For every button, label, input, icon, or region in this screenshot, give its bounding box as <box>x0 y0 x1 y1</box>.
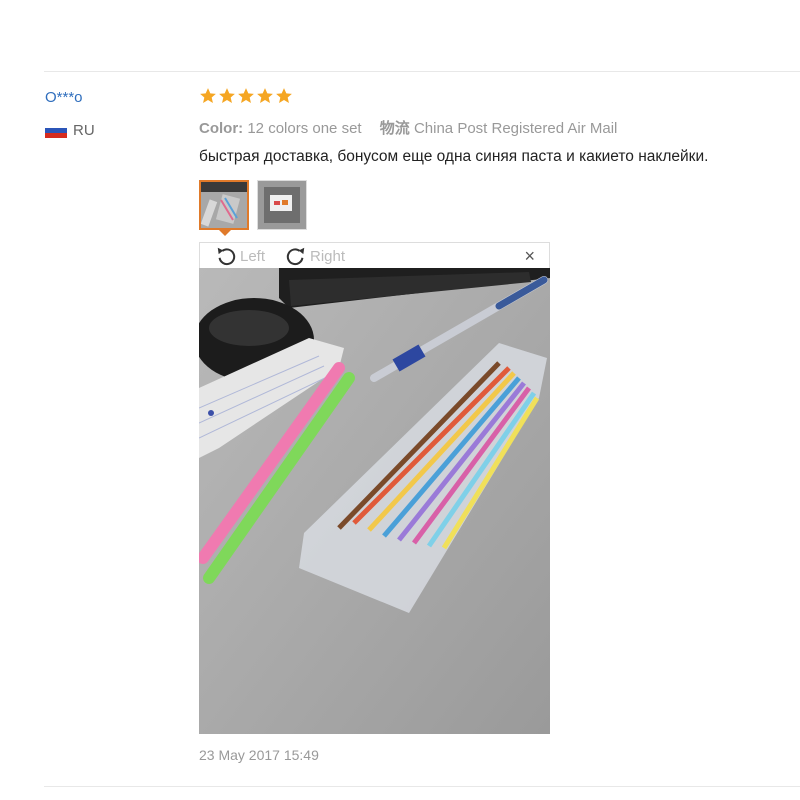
review-photo <box>199 268 550 734</box>
review-text: быстрая доставка, бонусом еще одна синяя… <box>199 148 709 165</box>
review-thumbnail-1[interactable] <box>199 180 249 230</box>
order-info: Color: 12 colors one set 物流 China Post R… <box>199 117 617 138</box>
star-icon <box>238 88 254 103</box>
shipping-label: 物流 <box>379 120 410 137</box>
star-icon <box>200 88 216 103</box>
bottom-divider <box>44 786 800 787</box>
rotate-right-button[interactable]: Right <box>284 245 345 267</box>
shipping-value: China Post Registered Air Mail <box>413 120 618 137</box>
rotate-left-icon <box>217 247 236 266</box>
top-divider <box>44 71 800 72</box>
rating-stars <box>199 87 293 105</box>
flag-ru-icon <box>45 123 67 138</box>
color-value: 12 colors one set <box>247 120 362 137</box>
thumbnail-image <box>258 181 306 229</box>
image-viewer: Left Right × <box>199 242 550 734</box>
close-icon[interactable]: × <box>524 246 535 267</box>
reviewer-name[interactable]: O***o <box>45 89 83 106</box>
rotate-right-icon <box>286 247 305 266</box>
review-thumbnail-2[interactable] <box>257 180 307 230</box>
reviewer-country: RU <box>45 122 95 139</box>
rotate-right-label: Right <box>310 247 346 265</box>
rotate-left-label: Left <box>240 247 266 265</box>
color-label: Color: <box>199 120 244 137</box>
rotate-left-button[interactable]: Left <box>214 245 265 267</box>
thumbnail-image <box>201 182 247 228</box>
review-date: 23 May 2017 15:49 <box>199 747 319 763</box>
thumbnail-pointer <box>218 229 232 236</box>
viewer-toolbar: Left Right × <box>199 242 550 268</box>
star-icon <box>219 88 235 103</box>
star-icon <box>276 88 292 103</box>
star-icon <box>257 88 273 103</box>
country-code: RU <box>73 122 95 139</box>
